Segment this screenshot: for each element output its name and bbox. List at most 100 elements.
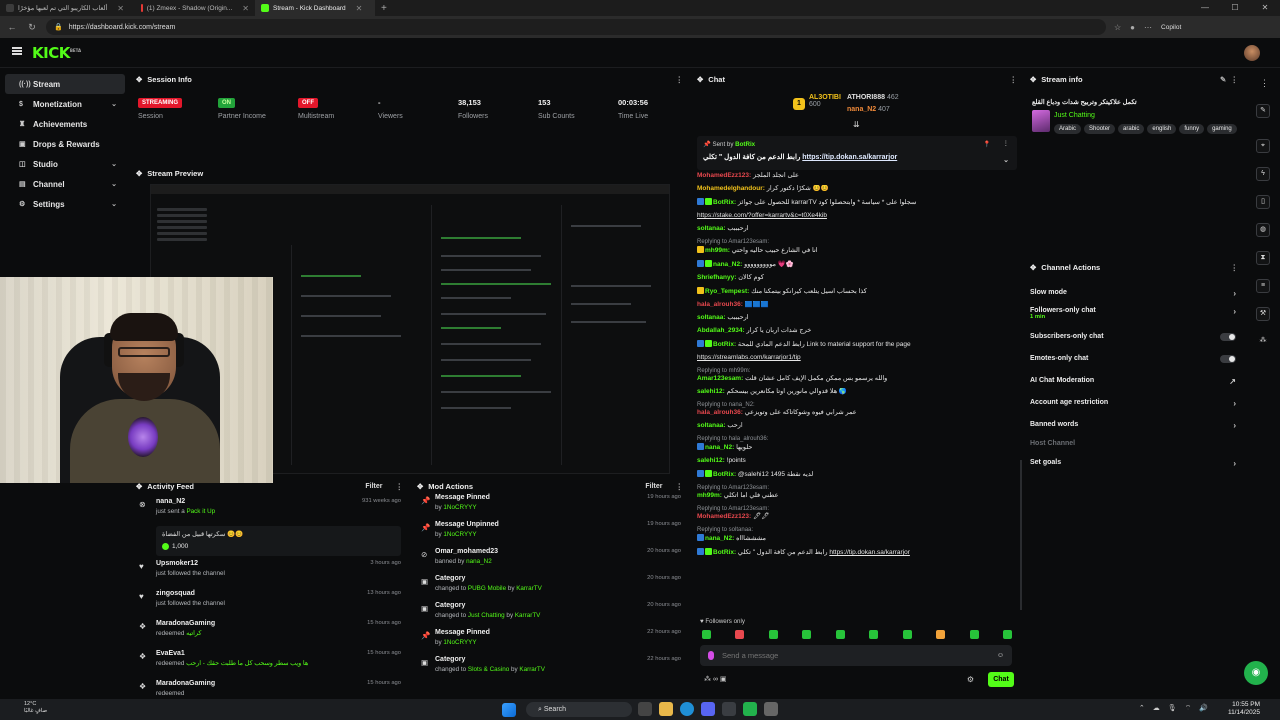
leaderboard-entry[interactable]: ATHORI888 462 [847,94,899,101]
drag-handle-icon[interactable]: ✥ [1030,75,1036,84]
leaderboard-entry[interactable]: AL3OTIBI 600 [809,94,841,108]
hamburger-menu-icon[interactable] [12,47,22,55]
windows-start-icon[interactable] [502,703,516,717]
unpin-button-icon[interactable]: 📍 [983,140,991,148]
close-tab-icon[interactable]: ✕ [117,4,124,13]
drag-handle-icon[interactable]: ✥ [697,75,703,84]
activity-filter-button[interactable]: Filter [365,483,382,490]
microphone-icon[interactable]: 🎙 [1168,704,1177,713]
emote-icon[interactable] [702,630,711,639]
network-icon[interactable]: ⁂ [1256,335,1270,349]
user-avatar[interactable] [1244,45,1260,61]
tag-chip[interactable]: Arabic [1054,124,1082,134]
sidebar-item-monetization[interactable]: $ Monetization ⌄ [5,94,125,114]
edge-icon[interactable] [680,702,694,716]
drag-handle-icon[interactable]: ✥ [136,482,142,491]
weather-widget[interactable]: 12°C صافٍ غالبًا [24,701,47,715]
new-tab-icon[interactable]: + [375,3,393,14]
crosshair-icon[interactable]: ⌖ [1256,139,1270,153]
edit-layout-icon[interactable]: ✎ [1256,104,1270,118]
browser-tab-1[interactable]: (1) Zmeex - Shadow (Origin... ✕ [135,0,255,16]
emote-icon[interactable] [802,630,812,639]
more-options-icon[interactable]: ⋮ [676,75,684,84]
more-options-icon[interactable]: ⋮ [676,482,684,491]
tag-chip[interactable]: Shooter [1084,124,1116,134]
wrench-icon[interactable]: ⚒ [1256,307,1270,321]
cloud-icon[interactable]: ☁ [1153,704,1160,713]
more-options-icon[interactable]: ⋮ [1260,78,1269,89]
drag-handle-icon[interactable]: ✥ [136,75,142,84]
emote-icon[interactable] [768,630,778,639]
list-icon[interactable]: ≡ [1256,279,1270,293]
more-options-icon[interactable]: ⋮ [396,482,404,491]
close-tab-icon[interactable]: ✕ [242,4,249,13]
url-field[interactable]: 🔒 https://dashboard.kick.com/stream [46,19,1106,35]
more-icon[interactable]: ⋯ [1144,23,1152,32]
tag-chip[interactable]: funny [1179,124,1205,134]
emoji-icon[interactable]: ☺ [997,652,1004,659]
settings-app-icon[interactable] [764,702,778,716]
sidebar-item-settings[interactable]: ⚙ Settings ⌄ [5,194,125,214]
stream-category[interactable]: Just Chatting [1054,112,1095,119]
mod-filter-button[interactable]: Filter [645,483,662,490]
excel-icon[interactable] [722,702,736,716]
task-view-icon[interactable] [638,702,652,716]
volume-icon[interactable]: 🔊 [1199,704,1208,713]
expand-leaderboard-icon[interactable]: ⇊ [853,120,860,129]
chevron-down-icon[interactable]: ⌄ [1003,156,1009,164]
browser-tab-2[interactable]: Stream - Kick Dashboard ✕ [255,0,375,16]
emote-icon[interactable] [936,630,946,639]
maximize-icon[interactable]: ☐ [1220,0,1250,16]
chevron-up-icon[interactable]: ⌃ [1139,704,1145,713]
sidebar-item-drops-rewards[interactable]: ▣ Drops & Rewards [5,134,125,154]
file-explorer-icon[interactable] [659,702,673,716]
account-age-setting[interactable]: Account age restriction › [1030,399,1240,408]
ai-moderation-setting[interactable]: AI Chat Moderation ↗ [1030,377,1240,386]
more-options-icon[interactable]: ⋮ [1231,263,1239,272]
discord-icon[interactable] [701,702,715,716]
followers-only-setting[interactable]: Followers-only chat 1 min › [1030,307,1240,320]
lightning-icon[interactable]: ϟ [1256,167,1270,181]
star-icon[interactable]: ☆ [1114,23,1121,32]
profile-icon[interactable]: ● [1130,23,1135,32]
send-chat-button[interactable]: Chat [988,672,1014,687]
banned-words-setting[interactable]: Banned words › [1030,421,1240,430]
subscribers-only-toggle[interactable] [1220,333,1236,341]
kick-logo[interactable]: KICKBETA [32,44,81,62]
close-window-icon[interactable]: ✕ [1250,0,1280,16]
drag-handle-icon[interactable]: ✥ [417,482,423,491]
chat-link[interactable]: https://streamlabs.com/karrarjor1/tip [697,354,801,361]
sidebar-item-stream[interactable]: ((·)) Stream [5,74,125,94]
wifi-icon[interactable]: ⌔ [1185,704,1192,713]
edit-icon[interactable]: ✎ ⋮ [1220,75,1238,84]
more-options-icon[interactable]: ⋮ [1003,140,1009,147]
slow-mode-setting[interactable]: Slow mode › [1030,289,1240,298]
copilot-button[interactable]: Copilot [1161,24,1181,31]
emote-icon[interactable] [902,630,912,639]
stat-partner-income[interactable]: ON Partner Income [218,96,266,120]
taskbar-search[interactable]: ⌕ Search [526,702,632,717]
chat-link[interactable]: https://tip.dokan.sa/karrarjor [829,549,910,556]
emote-icon[interactable] [735,630,745,639]
chat-tools-icon[interactable]: ⁂ ∞ ▣ [704,675,727,683]
chat-scrollbar[interactable] [1020,460,1022,610]
user-chat-identity-icon[interactable] [708,651,714,660]
emote-icon[interactable] [1002,630,1012,639]
chat-input[interactable] [722,651,989,660]
pinned-link[interactable]: https://tip.dokan.sa/karrarjor [802,154,897,161]
sidebar-item-channel[interactable]: ▤ Channel ⌄ [5,174,125,194]
emote-icon[interactable] [969,630,979,639]
tag-chip[interactable]: arabic [1118,124,1145,134]
back-icon[interactable]: ← [6,22,18,32]
chat-bubble-icon[interactable]: ◍ [1256,223,1270,237]
chat-link[interactable]: https://stake.com/?offer=karrartv&c=t0Xe… [697,212,827,219]
sidebar-item-achievements[interactable]: ♜ Achievements [5,114,125,134]
minimize-icon[interactable]: — [1190,0,1220,16]
drag-handle-icon[interactable]: ✥ [1030,263,1036,272]
stat-multistream[interactable]: OFF Multistream [298,96,334,120]
document-icon[interactable]: ▯ [1256,195,1270,209]
reload-icon[interactable]: ↻ [26,22,38,33]
controller-icon[interactable]: ⧗ [1256,251,1270,265]
more-options-icon[interactable]: ⋮ [1010,75,1018,84]
emote-icon[interactable] [869,630,879,639]
